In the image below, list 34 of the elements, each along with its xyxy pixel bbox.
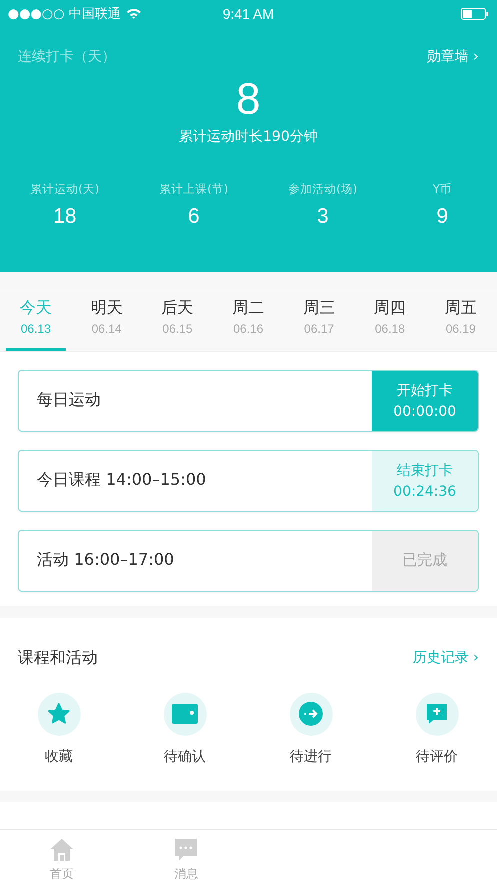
star-icon: [47, 702, 71, 726]
day-tab[interactable]: 周二 06.16: [218, 288, 278, 351]
streak-label: 连续打卡（天）: [18, 48, 116, 66]
stat-value: 6: [188, 205, 200, 229]
day-tab[interactable]: 明天 06.14: [76, 288, 137, 351]
stat-label: 累计运动(天): [30, 182, 100, 197]
stat-value: 18: [53, 205, 77, 229]
battery-icon: [461, 8, 489, 20]
wifi-icon: [126, 8, 142, 20]
stat-value: 3: [317, 205, 329, 229]
category-item[interactable]: 收藏: [0, 692, 122, 766]
category-item[interactable]: 待进行: [248, 692, 374, 766]
comment-icon: [425, 702, 449, 726]
wallet-icon: [172, 704, 198, 724]
task-title: 每日运动: [36, 390, 102, 412]
day-tab[interactable]: 周四 06.18: [360, 288, 420, 351]
day-tab[interactable]: 周三 06.17: [289, 288, 350, 351]
task-title: 活动 16:00–17:00: [36, 550, 176, 572]
stat-label: 累计上课(节): [160, 182, 228, 197]
stat-value: 9: [436, 205, 448, 229]
message-icon: [174, 838, 198, 862]
total-time: 累计运动时长190分钟: [178, 128, 319, 146]
section-title: 课程和活动: [18, 648, 98, 669]
day-tab[interactable]: 周五 06.19: [430, 288, 491, 351]
stat-label: Y币: [432, 182, 452, 197]
task-title: 今日课程 14:00–15:00: [36, 470, 208, 492]
home-icon: [50, 838, 74, 862]
stat-label: 参加活动(场): [288, 182, 358, 197]
category-item[interactable]: 待评价: [374, 692, 497, 766]
streak-value: 8: [235, 74, 262, 126]
carrier-label: ●●●○○ 中国联通: [8, 6, 121, 23]
category-item[interactable]: 待确认: [122, 692, 248, 766]
day-tab[interactable]: 后天 06.15: [148, 288, 208, 351]
status-time: 9:41 AM: [222, 6, 274, 22]
